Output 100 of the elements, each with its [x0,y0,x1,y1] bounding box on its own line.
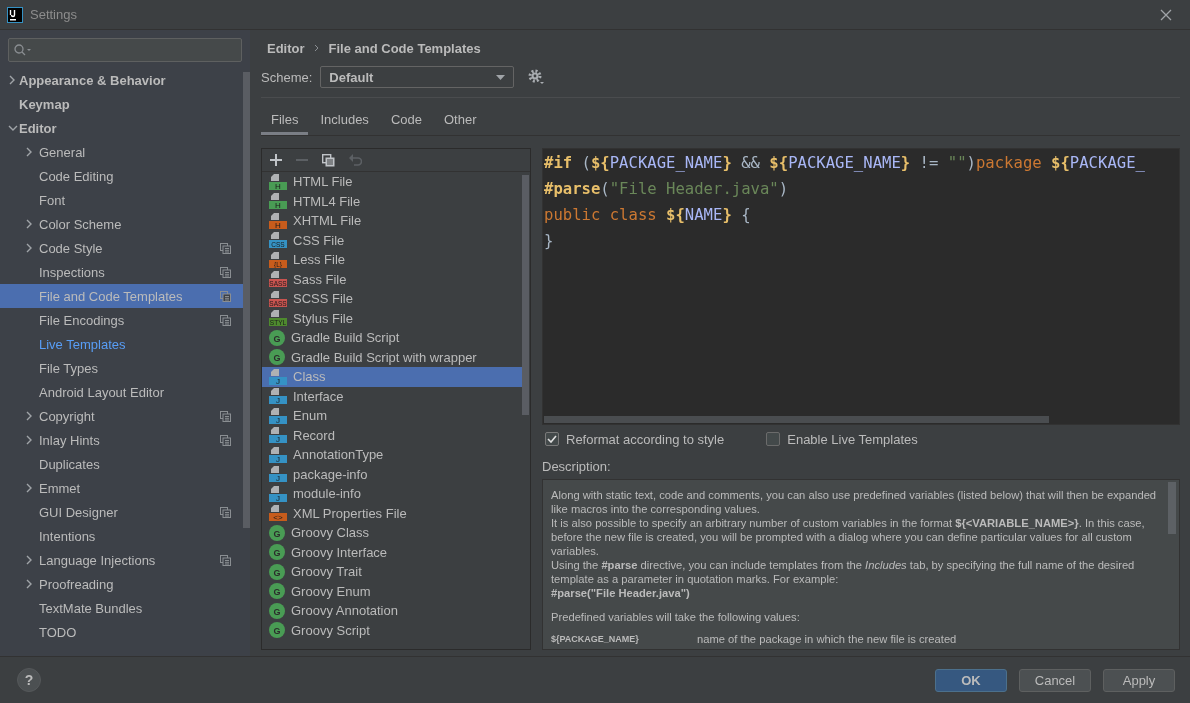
tree-item[interactable]: Code Editing [0,164,243,188]
scheme-label: Scheme: [261,69,313,85]
gradle-icon: G [269,544,285,561]
tree-item[interactable]: File Encodings [0,308,243,332]
template-item[interactable]: G Groovy Script [262,620,522,640]
description-label: Description: [542,458,612,476]
tab[interactable]: Includes [310,106,379,135]
checkbox[interactable] [545,432,559,446]
tree-item[interactable]: GUI Designer [0,500,243,524]
gradle-icon: G [269,563,285,580]
gradle-icon: G [269,329,285,346]
copy-icon [220,243,231,254]
help-button[interactable]: ? [17,668,41,692]
template-item[interactable]: J Class [262,367,522,387]
template-item[interactable]: G Groovy Enum [262,581,522,601]
scrollbar[interactable] [522,175,529,415]
tree-item[interactable]: Editor [0,116,243,140]
scrollbar[interactable] [243,72,250,528]
code-line: public class ${NAME} { [543,205,751,226]
tree-item[interactable]: TODO [0,620,243,644]
tab[interactable]: Code [380,106,432,135]
chevron-right-icon [313,44,320,52]
copy-icon [220,291,231,302]
template-item[interactable]: G Groovy Annotation [262,601,522,621]
template-item[interactable]: J package-info [262,464,522,484]
code-editor[interactable]: #if (${PACKAGE_NAME} && ${PACKAGE_NAME} != "")package ${PACKAGE_ #parse("File Header.java") public class ${NAME} { } [542,148,1180,425]
tree-item[interactable]: Proofreading [0,572,243,596]
template-item[interactable]: G Gradle Build Script [262,328,522,348]
tab[interactable]: Other [433,106,487,135]
chevron-right-icon[interactable] [8,75,16,85]
tree-item[interactable]: Font [0,188,243,212]
template-item[interactable]: G Groovy Trait [262,562,522,582]
chevron-right-icon[interactable] [25,219,33,229]
description-text: Along with static text, code and comments, you can also use predefined variables (listed below) that will then be expanded like macros into the corresponding values. [551,488,1158,516]
tree-item[interactable]: Intentions [0,524,243,548]
tree-item[interactable]: Code Style [0,236,243,260]
tree-item[interactable]: Inspections [0,260,243,284]
template-item[interactable]: H HTML4 File [262,191,522,211]
tree-item[interactable]: Duplicates [0,452,243,476]
search-icon [14,44,32,56]
tree-item[interactable]: Copyright [0,404,243,428]
chevron-down-icon[interactable] [8,124,18,132]
template-item[interactable]: G Groovy Interface [262,542,522,562]
code-line: } [543,231,554,252]
close-icon[interactable] [1160,8,1172,21]
scheme-dropdown[interactable]: Default [320,66,515,88]
chevron-right-icon[interactable] [25,411,33,421]
template-item[interactable]: G Gradle Build Script with wrapper [262,347,522,367]
variable-description: name of the package in which the new file is created [697,632,957,646]
copy-icon [220,411,231,422]
template-item[interactable]: <> XML Properties File [262,503,522,523]
tree-item[interactable]: Android Layout Editor [0,380,243,404]
description-text: It is also possible to specify an arbitrary number of custom variables in the format ${<VARIABLE_NAME>}. In this case, before the new file is created, you will be prompted with a dialog where you can define particular values for all custom variables. [551,516,1146,558]
tree-item[interactable]: Inlay Hints [0,428,243,452]
description-text: Using the #parse directive, you can include templates from the Includes tab, by specifying the full name of the desired template as a parameter in quotation marks. For example: [551,558,1136,586]
template-item[interactable]: G Groovy Class [262,523,522,543]
copy-icon [220,555,231,566]
window-title: Settings [30,7,77,22]
scrollbar[interactable] [1168,482,1176,534]
chevron-right-icon[interactable] [25,555,33,565]
dialog-button[interactable]: OK [935,668,1007,692]
tree-item[interactable]: Language Injections [0,548,243,572]
add-icon[interactable] [270,154,282,166]
chevron-right-icon[interactable] [25,243,33,253]
chevron-right-icon[interactable] [25,435,33,445]
chevron-right-icon[interactable] [25,483,33,493]
template-item[interactable]: J Record [262,425,522,445]
tree-item[interactable]: Appearance & Behavior [0,68,243,92]
gradle-icon: G [269,583,285,600]
variable-name: ${PACKAGE_NAME} [551,633,640,646]
tree-item[interactable]: File Types [0,356,243,380]
template-item[interactable]: J Interface [262,386,522,406]
tab[interactable]: Files [261,106,309,135]
tree-item[interactable]: Color Scheme [0,212,243,236]
tree-item[interactable]: General [0,140,243,164]
app-logo-icon [7,6,23,23]
search-field[interactable] [8,38,242,62]
copy-icon[interactable] [322,153,335,167]
chevron-right-icon[interactable] [25,147,33,157]
template-item[interactable]: J module-info [262,484,522,504]
breadcrumb-item[interactable]: Editor [267,40,305,56]
tree-item[interactable]: Keymap [0,92,243,116]
code-line: #if (${PACKAGE_NAME} && ${PACKAGE_NAME} != "")package ${PACKAGE_ [543,153,1145,174]
template-item[interactable]: J AnnotationType [262,445,522,465]
dialog-button[interactable]: Apply [1103,668,1175,692]
dialog-button[interactable]: Cancel [1019,668,1091,692]
template-item[interactable]: J Enum [262,406,522,426]
scrollbar[interactable] [544,416,1049,423]
template-item[interactable]: H HTML File [262,172,522,192]
page-title: File and Code Templates [328,40,481,56]
template-item[interactable]: H XHTML File [262,211,522,231]
checkbox[interactable] [766,432,781,446]
tree-item[interactable]: Live Templates [0,332,243,356]
checkbox-label: Reformat according to style [566,431,725,447]
gear-icon[interactable] [528,69,545,85]
chevron-right-icon[interactable] [25,579,33,589]
tree-item[interactable]: Emmet [0,476,243,500]
tree-item[interactable]: TextMate Bundles [0,596,243,620]
gradle-icon: G [269,602,285,619]
copy-icon [220,435,231,446]
